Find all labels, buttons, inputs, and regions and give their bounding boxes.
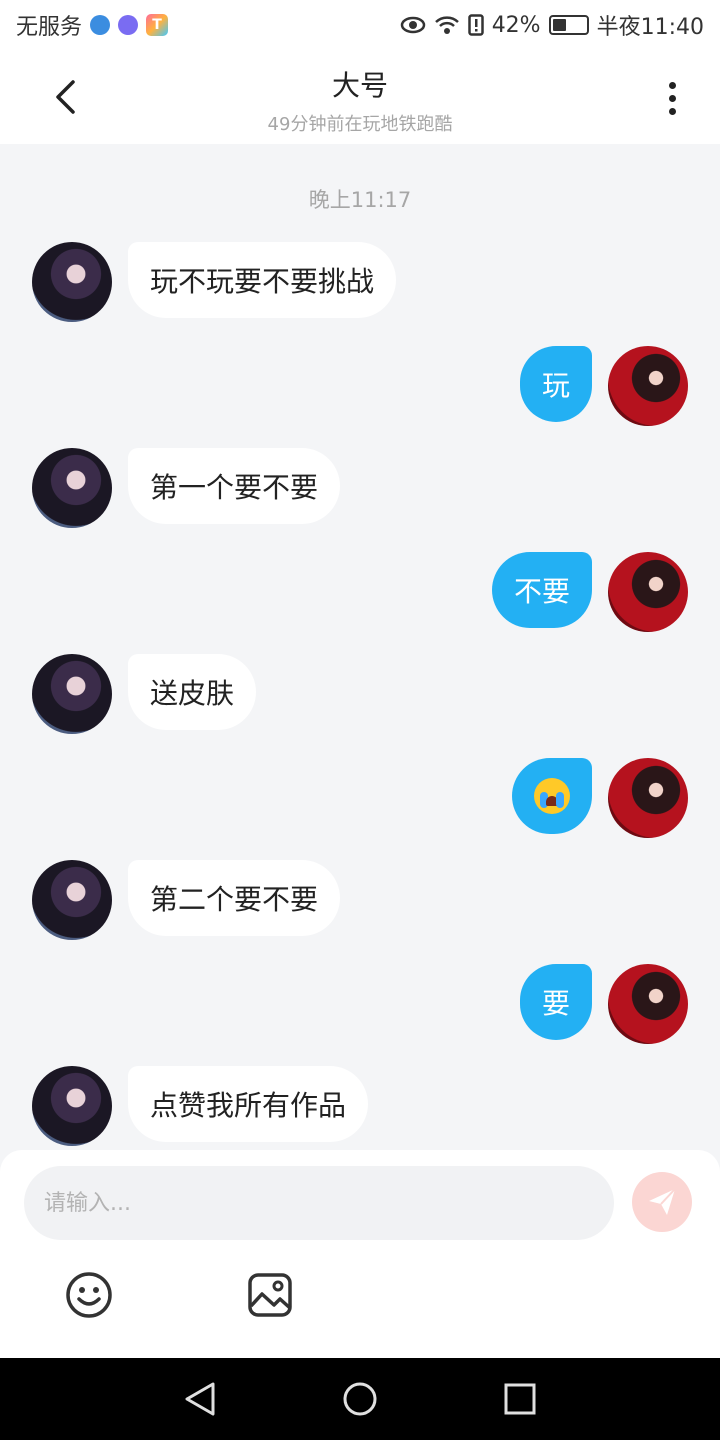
my-avatar[interactable] [608, 758, 688, 838]
message-row [0, 758, 720, 838]
smiley-icon [66, 1272, 112, 1318]
message-row: 送皮肤 [0, 654, 720, 734]
nav-back-button[interactable] [175, 1374, 225, 1424]
send-button[interactable] [632, 1172, 692, 1232]
message-bubble-outgoing[interactable]: 不要 [491, 552, 592, 628]
status-bar: 无服务 T 42% 半夜11:40 [0, 0, 720, 50]
triangle-back-icon [185, 1382, 215, 1416]
back-button[interactable] [40, 72, 90, 122]
contact-name: 大号 [331, 69, 388, 102]
app-store-icon: T [146, 14, 169, 36]
more-options-button[interactable] [650, 76, 694, 120]
message-row: 玩 [0, 346, 720, 426]
contact-activity: 49分钟前在玩地铁跑酷 [267, 114, 453, 135]
system-nav-bar [0, 1358, 720, 1440]
message-bubble-outgoing[interactable]: 要 [519, 964, 592, 1040]
circle-home-icon [343, 1382, 377, 1416]
image-icon [248, 1273, 292, 1317]
contact-avatar[interactable] [32, 1066, 112, 1146]
eye-icon [400, 16, 425, 34]
browser-icon [90, 15, 111, 35]
my-avatar[interactable] [608, 346, 688, 426]
battery-fill [552, 19, 566, 31]
message-bubble-outgoing[interactable] [512, 758, 592, 834]
contact-avatar[interactable] [32, 242, 112, 322]
wifi-icon [434, 16, 459, 34]
send-plane-icon [649, 1188, 676, 1215]
more-vertical-icon [668, 81, 676, 89]
contact-avatar[interactable] [32, 654, 112, 734]
status-right: 42% 半夜11:40 [400, 9, 704, 41]
message-row: 第二个要不要 [0, 860, 720, 940]
my-avatar[interactable] [608, 552, 688, 632]
contact-avatar[interactable] [32, 448, 112, 528]
message-bubble-outgoing[interactable]: 玩 [519, 346, 592, 422]
chat-header: 大号 49分钟前在玩地铁跑酷 [0, 50, 720, 144]
contact-avatar[interactable] [32, 860, 112, 940]
message-bubble-incoming[interactable]: 送皮肤 [128, 654, 257, 730]
message-row: 第一个要不要 [0, 448, 720, 528]
battery-icon [548, 15, 589, 35]
header-title-group: 大号 49分钟前在玩地铁跑酷 [160, 64, 560, 136]
chat-area[interactable]: 晚上11:17 玩不玩要不要挑战 玩 第一个要不要 不要 送皮肤 第二个要不要 … [0, 144, 720, 1160]
message-row: 点赞我所有作品 [0, 1066, 720, 1146]
message-row: 不要 [0, 552, 720, 632]
square-recents-icon [504, 1383, 536, 1415]
sim-alert-icon [467, 14, 484, 36]
message-row: 玩不玩要不要挑战 [0, 242, 720, 322]
nav-home-button[interactable] [335, 1374, 385, 1424]
message-row: 要 [0, 964, 720, 1044]
status-left: 无服务 T [16, 9, 169, 41]
image-button[interactable] [245, 1270, 295, 1320]
battery-percent: 42% [491, 12, 541, 38]
composer-bar [0, 1150, 720, 1358]
emoji-button[interactable] [64, 1270, 114, 1320]
clock-text: 半夜11:40 [596, 15, 704, 40]
nav-recents-button[interactable] [495, 1374, 545, 1424]
message-bubble-incoming[interactable]: 点赞我所有作品 [128, 1066, 369, 1142]
message-bubble-incoming[interactable]: 第一个要不要 [128, 448, 341, 524]
my-avatar[interactable] [608, 964, 688, 1044]
loudly-crying-face-emoji [534, 778, 570, 814]
music-icon [118, 15, 139, 35]
chat-timestamp: 晚上11:17 [308, 188, 412, 212]
message-bubble-incoming[interactable]: 第二个要不要 [128, 860, 341, 936]
message-input[interactable] [24, 1166, 614, 1240]
message-bubble-incoming[interactable]: 玩不玩要不要挑战 [128, 242, 397, 318]
chevron-left-icon [56, 80, 75, 114]
carrier-text: 无服务 [16, 15, 83, 40]
